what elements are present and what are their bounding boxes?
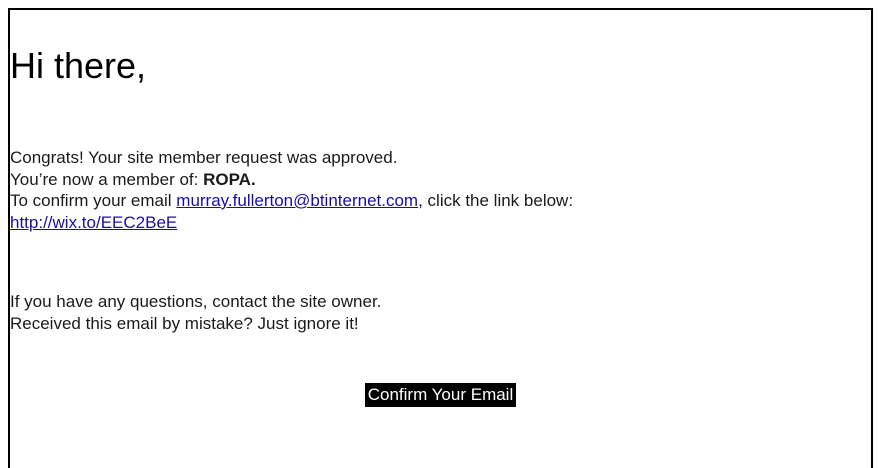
site-name: ROPA. xyxy=(203,169,256,189)
email-address-link[interactable]: murray.fullerton@btinternet.com xyxy=(176,191,418,210)
questions-line: If you have any questions, contact the s… xyxy=(10,292,382,311)
confirm-link[interactable]: http://wix.to/EEC2BeE xyxy=(10,213,177,232)
membership-line: You’re now a member of: ROPA. xyxy=(10,169,871,191)
cta-container: Confirm Your Email xyxy=(10,383,871,407)
confirm-link-line: http://wix.to/EEC2BeE xyxy=(10,212,871,234)
confirm-prefix: To confirm your email xyxy=(10,191,177,210)
help-message: If you have any questions, contact the s… xyxy=(10,291,871,335)
confirm-email-button[interactable]: Confirm Your Email xyxy=(364,383,517,407)
confirm-suffix: , click the link below: xyxy=(418,191,574,210)
approval-text: Congrats! Your site member request was a… xyxy=(10,148,398,167)
confirm-instruction-line: To confirm your email murray.fullerton@b… xyxy=(10,190,871,212)
greeting-heading: Hi there, xyxy=(10,45,147,86)
approval-message: Congrats! Your site member request was a… xyxy=(10,147,871,233)
approval-line: Congrats! Your site member request was a… xyxy=(10,147,871,169)
email-frame: Hi there, Congrats! Your site member req… xyxy=(8,8,873,468)
membership-prefix: You’re now a member of: xyxy=(10,169,204,189)
mistake-line: Received this email by mistake? Just ign… xyxy=(10,314,359,333)
